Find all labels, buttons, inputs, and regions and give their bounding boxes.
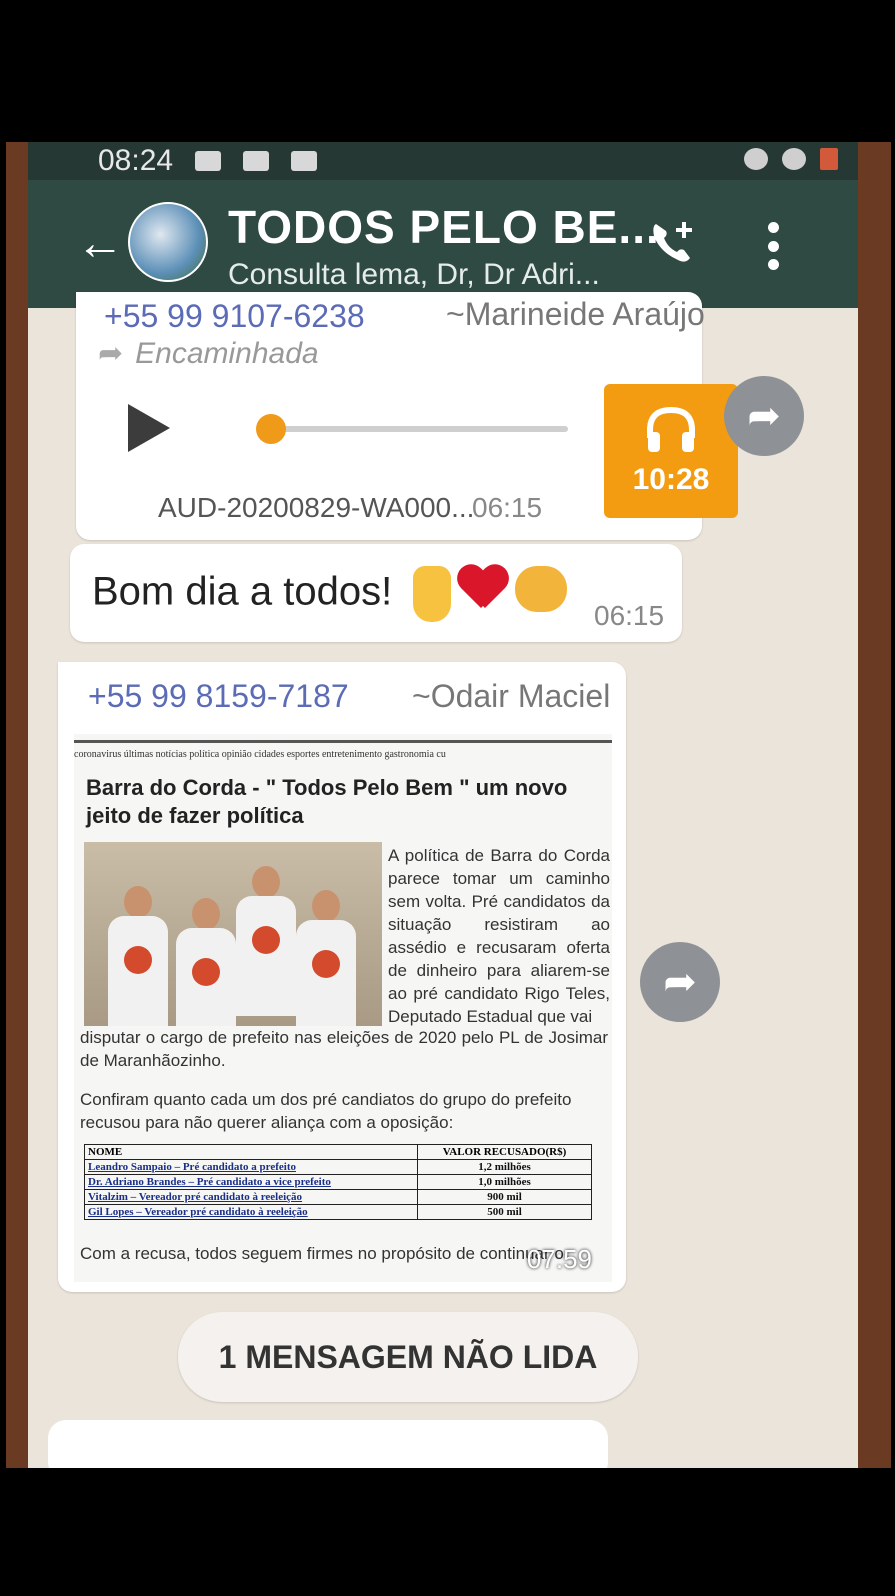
sender-phone[interactable]: +55 99 9107-6238 <box>104 298 365 335</box>
table-cell: Dr. Adriano Brandes – Pré candidato a vi… <box>83 1174 419 1190</box>
table-header: VALOR RECUSADO(R$) <box>417 1144 592 1160</box>
news-headline: Barra do Corda - " Todos Pelo Bem " um n… <box>86 775 568 828</box>
audio-filename: AUD-20200829-WA000... <box>158 492 475 523</box>
play-icon[interactable] <box>128 404 170 452</box>
gallery-icon <box>291 151 318 171</box>
facebook-icon <box>243 151 270 171</box>
table-cell: Gil Lopes – Vereador pré candidato à ree… <box>83 1204 419 1220</box>
audio-message[interactable]: +55 99 9107-6238 ~Marineide Araújo ➦ Enca… <box>76 292 738 540</box>
person-figure <box>296 890 356 1026</box>
group-title[interactable]: TODOS PELO BE... <box>228 200 660 254</box>
handshake-icon <box>515 566 568 612</box>
wifi-icon <box>782 148 806 170</box>
add-call-icon[interactable] <box>648 218 698 268</box>
forward-button[interactable]: ➦ <box>640 942 720 1022</box>
table-cell: 1,2 milhões <box>417 1159 592 1175</box>
alarm-icon <box>744 148 768 170</box>
photo-frame: 08:24 ← TODOS PELO BE... Consulta lema, … <box>6 142 891 1468</box>
forward-button[interactable]: ➦ <box>724 376 804 456</box>
news-body-full: disputar o cargo de prefeito nas eleiçõe… <box>80 1028 608 1070</box>
table-cell: Leandro Sampaio – Pré candidato a prefei… <box>83 1159 419 1175</box>
status-time: 08:24 <box>98 144 174 177</box>
table-cell: 1,0 milhões <box>417 1174 592 1190</box>
headphones-icon <box>647 406 695 452</box>
news-body-side: A política de Barra do Corda parece toma… <box>388 846 610 1026</box>
text-message[interactable]: Bom dia a todos! 06:15 <box>70 544 682 642</box>
status-bar: 08:24 <box>28 142 858 180</box>
forwarded-label: ➦ Encaminhada <box>98 336 319 371</box>
person-figure <box>108 886 168 1026</box>
table-cell: Vitalzim – Vereador pré candidato à reel… <box>83 1189 419 1205</box>
victory-hand-icon <box>413 566 452 622</box>
phone-screen: 08:24 ← TODOS PELO BE... Consulta lema, … <box>28 142 858 1468</box>
message-text: Bom dia a todos! <box>92 566 568 622</box>
more-options-icon[interactable] <box>766 222 780 270</box>
message-time: 06:15 <box>594 600 665 631</box>
back-arrow-icon[interactable]: ← <box>76 220 124 268</box>
chat-header: ← TODOS PELO BE... Consulta lema, Dr, Dr… <box>28 180 858 308</box>
notification-icon <box>195 151 222 171</box>
news-confirm-text: Confiram quanto cada um dos pré candiato… <box>80 1090 572 1132</box>
audio-duration: 10:28 <box>632 463 710 496</box>
table-cell: 500 mil <box>417 1204 592 1220</box>
red-heart-icon <box>457 566 509 612</box>
group-avatar[interactable] <box>128 202 208 282</box>
sender-name: ~Odair Maciel <box>412 678 611 714</box>
message-time: 06:15 <box>472 492 543 523</box>
next-message-bubble[interactable] <box>48 1420 608 1468</box>
sender-name: ~Marineide Araújo <box>446 296 705 332</box>
group-members[interactable]: Consulta lema, Dr, Dr Adri... <box>228 258 600 292</box>
news-nav: coronavirus últimas notícias política op… <box>74 740 612 760</box>
sender-phone[interactable]: +55 99 8159-7187 <box>88 678 349 715</box>
person-figure <box>176 898 236 1026</box>
status-right <box>744 148 838 170</box>
seek-handle[interactable] <box>256 414 286 444</box>
unread-messages-banner: 1 MENSAGEM NÃO LIDA <box>178 1312 638 1402</box>
audio-thumbnail: 10:28 <box>604 384 738 518</box>
audio-seekbar[interactable] <box>268 426 568 432</box>
emoji-group <box>413 566 568 622</box>
news-photo <box>84 842 382 1026</box>
person-figure <box>236 866 296 1026</box>
forwarded-text: Encaminhada <box>135 337 319 370</box>
refusal-table: NOME VALOR RECUSADO(R$) Leandro Sampaio … <box>83 1144 592 1220</box>
battery-icon <box>820 148 838 170</box>
table-cell: 900 mil <box>417 1189 592 1205</box>
news-screenshot-image[interactable]: coronavirus últimas notícias política op… <box>74 734 612 1282</box>
message-time: 07:59 <box>526 1244 592 1274</box>
message-body: Bom dia a todos! <box>92 569 393 614</box>
table-header: NOME <box>83 1144 419 1160</box>
image-message[interactable]: +55 99 8159-7187 ~Odair Maciel coronavir… <box>58 662 626 1292</box>
forward-icon: ➦ <box>98 337 124 370</box>
